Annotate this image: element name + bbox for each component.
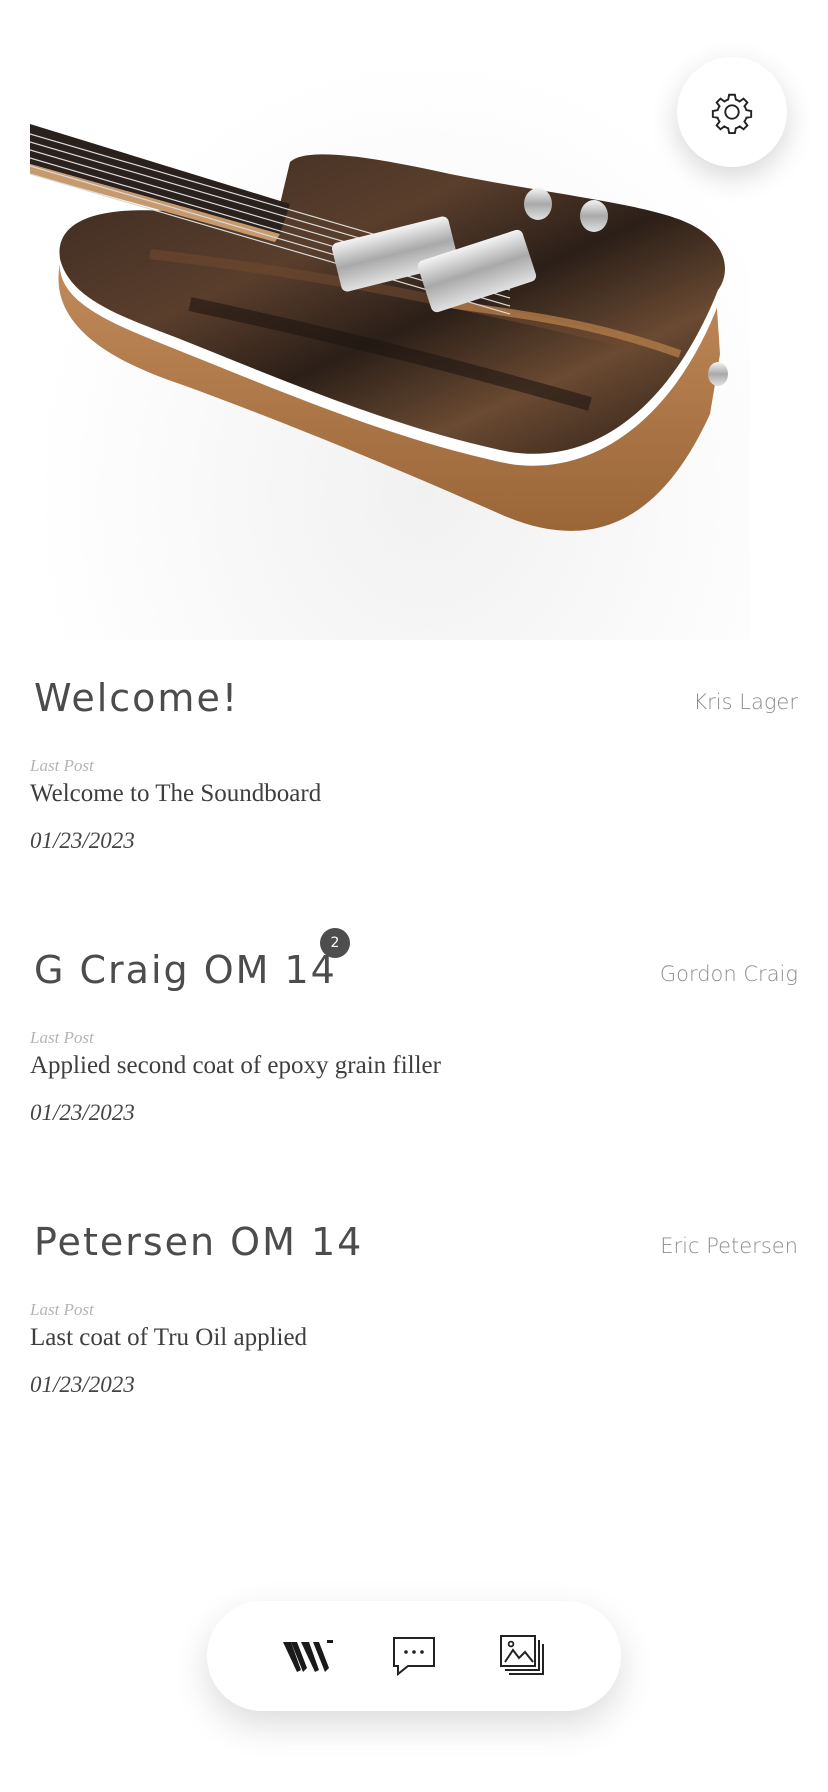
gallery-icon: [500, 1635, 545, 1675]
thread-title: G Craig OM 14: [34, 948, 337, 992]
last-post-date: 01/23/2023: [30, 828, 135, 853]
logo-w-icon: [282, 1640, 333, 1672]
thread-item-g-craig[interactable]: G Craig OM 14 2 Gordon Craig Last Post A…: [30, 928, 798, 1138]
chat-bubble-icon: [392, 1637, 435, 1677]
last-post-label: Last Post: [30, 1300, 94, 1319]
thread-author: Eric Petersen: [660, 1234, 798, 1258]
thread-item-welcome[interactable]: Welcome! Kris Lager Last Post Welcome to…: [30, 676, 798, 866]
unread-count-badge: 2: [320, 928, 350, 958]
thread-title: Petersen OM 14: [34, 1220, 364, 1264]
last-post-text: Last coat of Tru Oil applied: [30, 1324, 308, 1351]
last-post-label: Last Post: [30, 756, 94, 775]
hero-guitar-image: [30, 54, 750, 640]
last-post-text: Welcome to The Soundboard: [30, 780, 322, 807]
nav-gallery-button[interactable]: [493, 1628, 549, 1684]
thread-item-petersen[interactable]: Petersen OM 14 Eric Petersen Last Post L…: [30, 1220, 798, 1410]
last-post-date: 01/23/2023: [30, 1372, 135, 1397]
last-post-label: Last Post: [30, 1028, 94, 1047]
thread-title: Welcome!: [34, 676, 240, 720]
nav-home-button[interactable]: [279, 1628, 335, 1684]
last-post-date: 01/23/2023: [30, 1100, 135, 1125]
gear-icon: [711, 93, 753, 135]
bottom-nav-bar: [207, 1601, 621, 1711]
thread-author: Gordon Craig: [659, 962, 798, 986]
last-post-text: Applied second coat of epoxy grain fille…: [30, 1052, 441, 1079]
nav-chat-button[interactable]: [386, 1628, 442, 1684]
guitar-illustration: [30, 124, 728, 531]
settings-button[interactable]: [677, 57, 787, 167]
thread-author: Kris Lager: [693, 690, 798, 714]
